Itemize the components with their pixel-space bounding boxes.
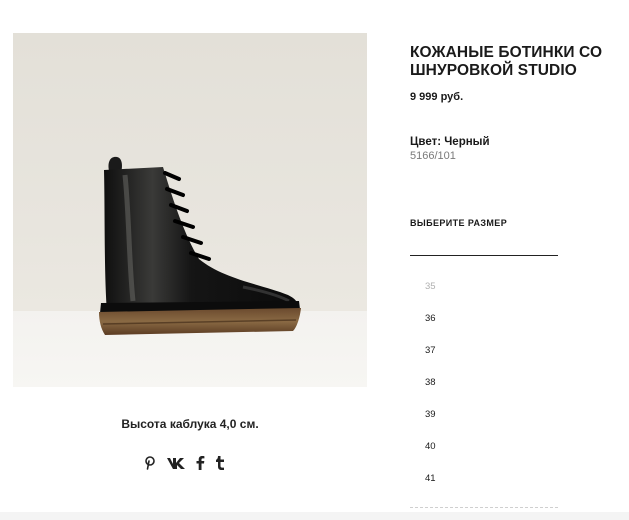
product-price: 9 999 руб. (410, 91, 464, 103)
product-image[interactable] (13, 33, 367, 387)
heel-height-label: Высота каблука 4,0 см. (121, 417, 259, 431)
size-selector-title: ВЫБЕРИТЕ РАЗМЕР (410, 218, 508, 228)
vk-icon[interactable] (166, 456, 186, 470)
size-option-36[interactable]: 36 (425, 313, 436, 345)
size-option-40[interactable]: 40 (425, 441, 436, 473)
bottom-bar (0, 512, 629, 520)
product-sku: 5166/101 (410, 150, 456, 162)
product-title: КОЖАНЫЕ БОТИНКИ СО ШНУРОВКОЙ STUDIO (410, 44, 603, 79)
share-icons (144, 455, 225, 471)
size-divider (410, 255, 558, 256)
tumblr-icon[interactable] (215, 456, 225, 470)
product-color: Цвет: Черный (410, 136, 490, 148)
size-option-38[interactable]: 38 (425, 377, 436, 409)
size-option-35: 35 (425, 281, 436, 292)
boot-illustration (99, 156, 301, 335)
size-option-37[interactable]: 37 (425, 345, 436, 377)
size-list: 35 36 37 38 39 40 41 (425, 281, 436, 505)
pinterest-icon[interactable] (144, 456, 156, 470)
size-option-39[interactable]: 39 (425, 409, 436, 441)
size-option-41[interactable]: 41 (425, 473, 436, 505)
size-list-bottom-divider (410, 507, 558, 508)
facebook-icon[interactable] (196, 456, 205, 470)
